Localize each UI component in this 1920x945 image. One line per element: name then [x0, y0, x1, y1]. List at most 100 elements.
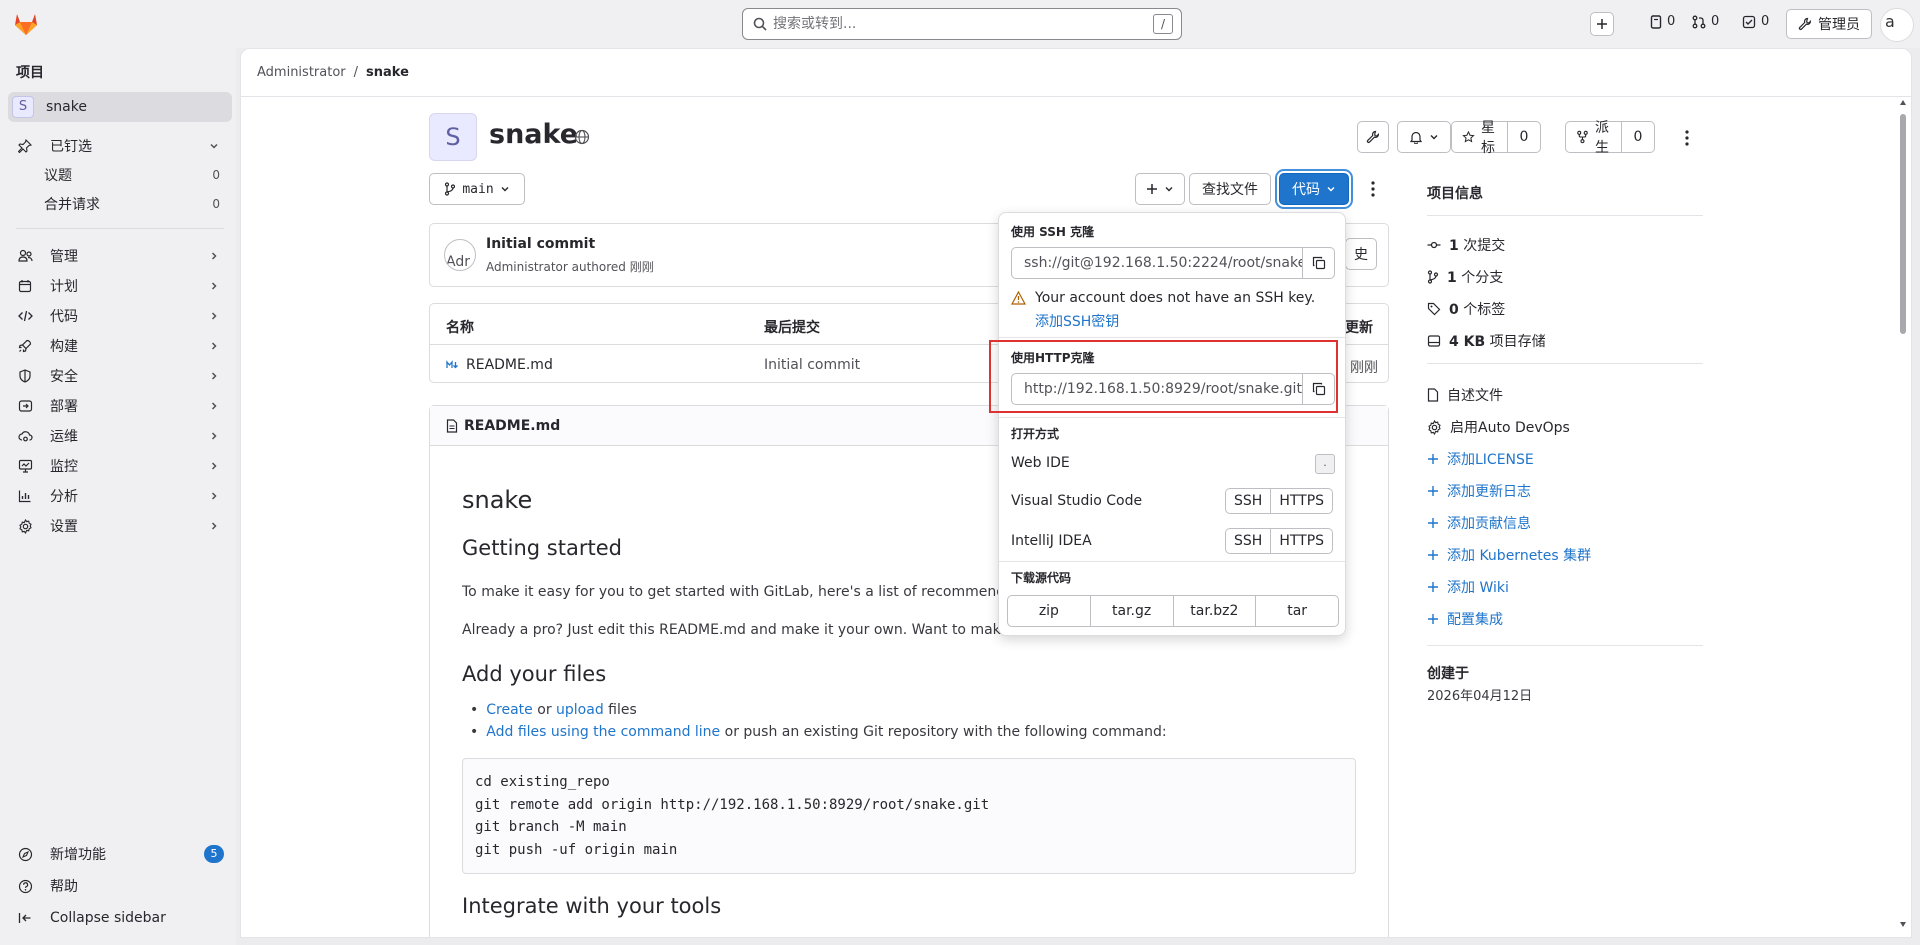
todos-counter[interactable]: 0 — [1742, 14, 1769, 29]
download-tar-gz-button[interactable]: tar.gz — [1089, 596, 1173, 626]
intellij-ssh-button[interactable]: SSH — [1226, 529, 1270, 553]
sidebar-item-deploy[interactable]: 部署 — [8, 391, 232, 421]
file-last-commit-link[interactable]: Initial commit — [764, 357, 860, 373]
download-tar-bz2-button[interactable]: tar.bz2 — [1172, 596, 1256, 626]
add-contributing-link[interactable]: 添加贡献信息 — [1427, 513, 1531, 533]
merge-requests-counter[interactable]: 0 — [1692, 14, 1719, 29]
gitlab-logo-icon[interactable] — [12, 10, 40, 38]
command-line-link[interactable]: Add files using the command line — [486, 724, 720, 740]
rocket-icon — [14, 339, 36, 353]
tree-actions-kebab-icon[interactable] — [1365, 179, 1381, 199]
history-button[interactable]: 史 — [1345, 238, 1377, 270]
issues-counter[interactable]: 0 — [1650, 14, 1675, 29]
intellij-https-button[interactable]: HTTPS — [1270, 529, 1332, 553]
readme-filename[interactable]: README.md — [464, 418, 560, 434]
whats-new-badge: 5 — [204, 845, 224, 863]
sidebar-item-operate[interactable]: 运维 — [8, 421, 232, 451]
sidebar-project-snake[interactable]: S snake — [8, 92, 232, 122]
star-label: 星标 — [1480, 120, 1495, 156]
project-settings-button[interactable] — [1357, 121, 1389, 153]
star-count[interactable]: 0 — [1506, 122, 1540, 152]
scroll-down-arrow-icon[interactable] — [1900, 922, 1906, 927]
sidebar-item-issues[interactable]: 议题 0 — [8, 160, 232, 190]
configure-integrations-link[interactable]: 配置集成 — [1427, 609, 1503, 629]
download-zip-button[interactable]: zip — [1008, 596, 1090, 626]
plus-icon — [1428, 518, 1438, 528]
copy-ssh-url-button[interactable] — [1302, 247, 1335, 279]
commit-title-link[interactable]: Initial commit — [486, 236, 595, 252]
branch-selector[interactable]: main — [429, 173, 525, 205]
sidebar-item-settings[interactable]: 设置 — [8, 511, 232, 541]
branches-stat[interactable]: 1 个分支 — [1427, 267, 1503, 287]
chevron-right-icon — [208, 460, 220, 472]
merge-request-icon — [1692, 15, 1706, 28]
dropdown-divider — [999, 561, 1345, 562]
add-wiki-link[interactable]: 添加 Wiki — [1427, 577, 1509, 597]
sidebar-item-manage[interactable]: 管理 — [8, 241, 232, 271]
open-web-ide-item[interactable]: Web IDE — [1011, 455, 1070, 471]
table-row[interactable]: README.md — [446, 357, 553, 373]
commit-author-avatar[interactable]: Adr — [444, 239, 476, 271]
sidebar-item-analyze[interactable]: 分析 — [8, 481, 232, 511]
add-license-link[interactable]: 添加LICENSE — [1427, 449, 1534, 469]
vscode-label: Visual Studio Code — [1011, 493, 1143, 509]
vscode-ssh-button[interactable]: SSH — [1226, 489, 1270, 513]
chevron-right-icon — [208, 520, 220, 532]
sidebar-help[interactable]: 帮助 — [8, 871, 232, 901]
scrollbar-thumb[interactable] — [1900, 114, 1906, 334]
commit-meta: Administrator authored 刚刚 — [486, 260, 654, 274]
collapse-sidebar-button[interactable]: Collapse sidebar — [8, 903, 232, 933]
sidebar-item-merge-requests[interactable]: 合并请求 0 — [8, 189, 232, 219]
branch-name: main — [462, 181, 494, 197]
breadcrumb-parent-link[interactable]: Administrator — [257, 65, 346, 80]
todo-icon — [1742, 15, 1756, 28]
sidebar-item-security[interactable]: 安全 — [8, 361, 232, 391]
sidebar-item-code[interactable]: 代码 — [8, 301, 232, 331]
sidebar-pinned-section[interactable]: 已钉选 — [8, 131, 232, 161]
ssh-warning-text: Your account does not have an SSH key. — [1035, 290, 1316, 306]
star-button[interactable]: 星标 — [1452, 117, 1507, 157]
fork-button[interactable]: 派生 — [1566, 117, 1621, 157]
readme-link[interactable]: 自述文件 — [1427, 385, 1503, 405]
create-new-button[interactable] — [1590, 12, 1614, 36]
page-scrollbar[interactable] — [1897, 100, 1909, 930]
sidebar-item-plan[interactable]: 计划 — [8, 271, 232, 301]
commits-stat[interactable]: 1 次提交 — [1427, 235, 1505, 255]
download-tar-button[interactable]: tar — [1255, 596, 1338, 626]
search-input[interactable] — [773, 12, 1133, 36]
add-kubernetes-link[interactable]: 添加 Kubernetes 集群 — [1427, 545, 1591, 565]
tags-stat[interactable]: 0 个标签 — [1427, 299, 1505, 319]
add-changelog-link[interactable]: 添加更新日志 — [1427, 481, 1531, 501]
breadcrumb-current-link[interactable]: snake — [366, 65, 409, 80]
sidebar-item-monitor[interactable]: 监控 — [8, 451, 232, 481]
storage-stat[interactable]: 4 KB 项目存储 — [1427, 331, 1546, 351]
add-ssh-key-link[interactable]: 添加SSH密钥 — [1035, 311, 1119, 331]
code-dropdown-button[interactable]: 代码 — [1279, 173, 1349, 205]
upload-link[interactable]: upload — [556, 702, 604, 718]
history-label-fragment: 史 — [1354, 247, 1368, 263]
chevron-up-icon — [208, 140, 220, 152]
auto-devops-link[interactable]: 启用Auto DevOps — [1427, 417, 1570, 437]
file-icon — [446, 419, 458, 433]
notifications-dropdown[interactable] — [1397, 121, 1451, 153]
info-divider — [1427, 645, 1703, 646]
file-name-link[interactable]: README.md — [466, 357, 553, 373]
create-link[interactable]: Create — [486, 702, 533, 718]
sidebar-item-build[interactable]: 构建 — [8, 331, 232, 361]
star-button-group[interactable]: 星标 0 — [1451, 120, 1541, 156]
scroll-up-arrow-icon[interactable] — [1900, 100, 1906, 105]
vscode-https-button[interactable]: HTTPS — [1270, 489, 1332, 513]
sidebar-whats-new[interactable]: 新增功能 5 — [8, 839, 232, 869]
search-box[interactable]: / — [742, 8, 1182, 40]
fork-count[interactable]: 0 — [1620, 122, 1654, 152]
ssh-clone-url-field[interactable]: ssh://git@192.168.1.50:2224/root/snake.g… — [1011, 247, 1303, 279]
add-to-tree-dropdown[interactable] — [1135, 173, 1185, 205]
fork-button-group[interactable]: 派生 0 — [1565, 120, 1655, 156]
readme-heading-integrate: Integrate with your tools — [462, 894, 722, 918]
user-avatar[interactable]: a — [1880, 8, 1914, 42]
find-file-button[interactable]: 查找文件 — [1189, 173, 1271, 205]
more-actions-kebab-icon[interactable] — [1679, 129, 1695, 147]
sidebar-item-label: Collapse sidebar — [50, 910, 166, 926]
admin-area-button[interactable]: 管理员 — [1786, 9, 1872, 39]
open-in-heading: 打开方式 — [1011, 427, 1060, 441]
